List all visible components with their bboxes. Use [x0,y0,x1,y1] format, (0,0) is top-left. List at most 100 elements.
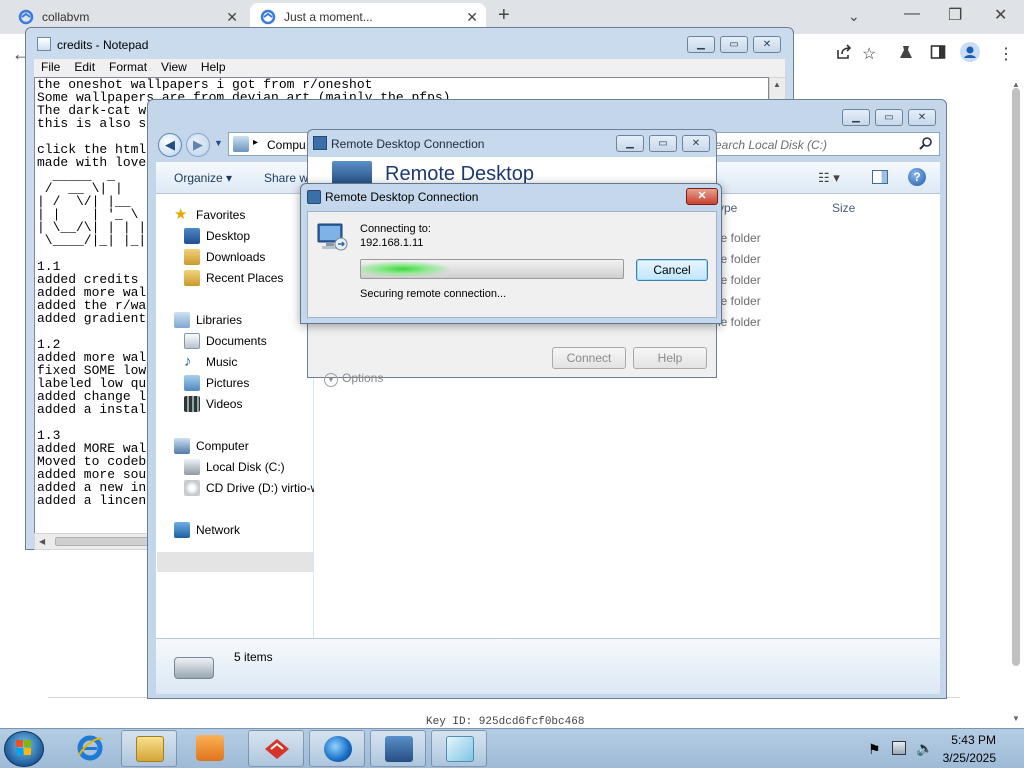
nav-downloads[interactable]: Downloads [184,247,265,267]
history-chevron-icon[interactable]: ▼ [214,138,223,148]
file-row-type[interactable]: le folder [718,231,761,245]
menu-help[interactable]: Help [194,59,233,77]
menu-format[interactable]: Format [102,59,154,77]
browser-minimize-button[interactable]: — [904,5,920,23]
red-app-icon [263,736,291,762]
taskbar-app-globe[interactable] [309,730,365,767]
clock-date[interactable]: 3/25/2025 [932,751,996,765]
rdc-minimize-button[interactable]: ▁ [616,135,644,152]
extension-icon[interactable] [898,44,914,65]
vm-key-id: Key ID: 925dcd6fcf0bc468 [426,716,585,728]
network-tray-icon[interactable] [892,741,906,755]
nav-documents[interactable]: Documents [184,331,267,351]
scroll-down-icon[interactable]: ▼ [1012,714,1020,723]
taskbar-explorer[interactable] [121,730,177,767]
progress-fill [361,261,453,277]
computer-icon [174,438,190,454]
nav-videos[interactable]: Videos [184,394,242,414]
nav-pictures[interactable]: Pictures [184,373,249,393]
nav-music[interactable]: ♪ Music [184,352,237,372]
share-icon[interactable] [836,44,852,65]
column-size[interactable]: Size [832,201,855,215]
menu-view[interactable]: View [154,59,194,77]
rdc-options-toggle[interactable]: ▼ Options [324,371,383,387]
chevron-down-icon: ▼ [324,373,338,387]
organize-button[interactable]: Organize ▾ [174,171,232,185]
cd-drive-icon [184,480,200,496]
network-icon [174,522,190,538]
file-row-type[interactable]: le folder [718,252,761,266]
new-tab-button[interactable]: + [498,4,510,27]
notepad-titlebar[interactable]: credits - Notepad ▁ ▭ ✕ [26,28,793,60]
nav-desktop[interactable]: Desktop [184,226,250,246]
volume-muted-icon[interactable]: 🔈 [916,740,933,757]
flag-icon[interactable]: ⚑ [868,741,881,758]
file-row-type[interactable]: le folder [718,294,761,308]
taskbar-internet-explorer[interactable] [62,730,118,767]
scroll-up-icon[interactable]: ▲ [773,80,781,89]
notepad-title: credits - Notepad [57,38,149,52]
explorer-details-pane: 5 items [156,638,940,694]
file-row-type[interactable]: le folder [718,273,761,287]
videos-icon [184,396,200,412]
preview-pane-icon[interactable] [872,170,888,184]
view-options-icon[interactable]: ☷ ▾ [818,170,840,186]
file-row-type[interactable]: le folder [718,315,761,329]
rdc-close-button[interactable]: ✕ [682,135,710,152]
rdc-connect-button[interactable]: Connect [552,347,626,369]
rdc-maximize-button[interactable]: ▭ [649,135,677,152]
collabvm-favicon-icon [18,9,34,25]
collabvm-favicon-icon [260,9,276,25]
notepad-maximize-button[interactable]: ▭ [720,36,748,53]
scroll-left-icon[interactable]: ◀ [39,537,45,546]
notepad-close-button[interactable]: ✕ [753,36,781,53]
nav-network[interactable]: Network [174,520,240,540]
menu-edit[interactable]: Edit [67,59,102,77]
taskbar-app-red[interactable] [248,730,304,767]
scroll-up-icon[interactable]: ▲ [1012,80,1020,89]
tab-close-icon[interactable]: ✕ [466,9,478,26]
nav-libraries[interactable]: Libraries [174,310,242,330]
back-arrow-icon[interactable]: ◀ [158,133,182,157]
search-icon[interactable] [919,136,933,153]
recent-places-icon [184,270,200,286]
page-scrollbar[interactable] [1012,88,1020,666]
nav-cd-drive[interactable]: CD Drive (D:) virtio-w [184,478,319,498]
star-icon[interactable]: ☆ [862,44,876,64]
start-button[interactable] [4,731,44,767]
nav-local-disk[interactable]: Local Disk (C:) [184,457,285,477]
nav-recent-places[interactable]: Recent Places [184,268,283,288]
tab-close-icon[interactable]: ✕ [226,9,238,26]
explorer-close-button[interactable]: ✕ [908,109,936,126]
cancel-button[interactable]: Cancel [636,259,708,281]
sidepanel-icon[interactable] [930,44,946,65]
downloads-folder-icon [184,249,200,265]
rdc-connecting-dialog[interactable]: Remote Desktop Connection ✕ Connecting t… [300,183,722,324]
forward-arrow-icon[interactable]: ▶ [186,133,210,157]
rdc-help-button[interactable]: Help [633,347,707,369]
taskbar-remote-desktop[interactable] [370,730,426,767]
profile-icon[interactable] [960,42,980,67]
explorer-maximize-button[interactable]: ▭ [875,109,903,126]
browser-close-button[interactable]: ✕ [994,5,1007,25]
menu-icon[interactable]: ⋮ [998,44,1014,64]
rdc-app-icon [307,190,321,204]
nav-computer[interactable]: Computer [174,436,249,456]
nav-selection-highlight [157,552,313,572]
dialog-close-button[interactable]: ✕ [686,188,718,205]
share-with-button[interactable]: Share w [264,171,308,185]
taskbar-media-player[interactable] [182,730,238,767]
browser-restore-button[interactable]: ❐ [948,5,962,25]
menu-file[interactable]: File [34,59,67,77]
rdc-monitor-icon [332,161,372,185]
search-input[interactable]: Search Local Disk (C:) [706,132,940,156]
address-input[interactable]: ▸ Compu [228,132,314,156]
clock-time[interactable]: 5:43 PM [932,733,996,747]
taskbar-notepad[interactable] [431,730,487,767]
tab-search-chevron-icon[interactable]: ⌄ [848,8,860,25]
nav-favorites[interactable]: ★ Favorites [174,205,245,225]
help-icon[interactable]: ? [908,168,926,186]
notepad-minimize-button[interactable]: ▁ [687,36,715,53]
explorer-minimize-button[interactable]: ▁ [842,109,870,126]
item-count: 5 items [234,650,273,664]
